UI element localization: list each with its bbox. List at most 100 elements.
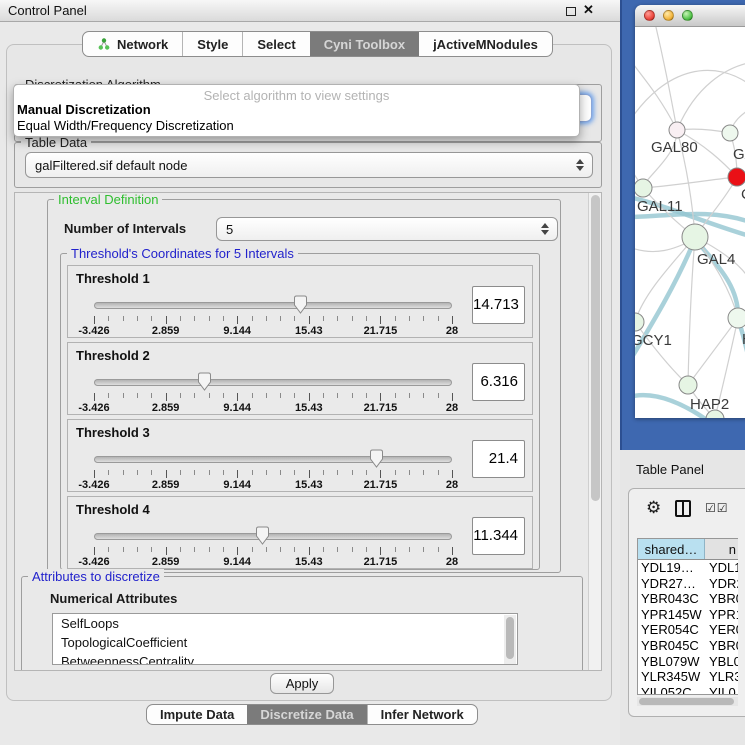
cell-shared-name[interactable]: YPR145W	[638, 607, 705, 623]
slider-track[interactable]	[94, 302, 452, 309]
slider-track[interactable]	[94, 456, 452, 463]
network-edge[interactable]	[677, 62, 745, 130]
table-row[interactable]: YBR045CYBR0	[638, 638, 738, 654]
network-node[interactable]	[728, 168, 745, 186]
minimize-traffic-light-icon[interactable]	[663, 10, 674, 21]
zoom-traffic-light-icon[interactable]	[682, 10, 693, 21]
network-edge[interactable]	[688, 237, 695, 385]
float-window-icon[interactable]	[566, 7, 576, 16]
network-node[interactable]	[669, 122, 685, 138]
network-node[interactable]	[635, 179, 652, 197]
attribute-list-item[interactable]: BetweennessCentrality	[53, 652, 517, 665]
checkbox-checked-icons[interactable]: ☑☑	[705, 501, 729, 515]
slider-thumb[interactable]	[197, 372, 212, 391]
tab-cyni-toolbox[interactable]: Cyni Toolbox	[310, 32, 419, 56]
table-row[interactable]: YDL19…YDL1	[638, 560, 738, 576]
table-row[interactable]: YER054CYER0	[638, 622, 738, 638]
table-horizontal-scrollbar[interactable]	[637, 697, 738, 706]
scrollbar-thumb[interactable]	[506, 617, 514, 659]
number-of-intervals-combobox[interactable]: 5	[216, 217, 558, 241]
minor-tick	[223, 470, 224, 475]
network-node[interactable]	[635, 313, 644, 331]
cell-shared-name[interactable]: YDR27…	[638, 576, 705, 592]
minor-tick	[423, 393, 424, 398]
cell-name[interactable]: YLR3	[705, 669, 738, 685]
dropdown-option-manual[interactable]: Manual Discretization	[14, 102, 579, 118]
apply-button[interactable]: Apply	[270, 673, 334, 694]
cell-shared-name[interactable]: YDL19…	[638, 560, 705, 576]
scrollbar-thumb[interactable]	[639, 698, 734, 705]
slider-track[interactable]	[94, 533, 452, 540]
network-edge[interactable]	[643, 177, 737, 188]
tab-jactivemnodules[interactable]: jActiveMNodules	[419, 32, 552, 56]
threshold-slider[interactable]: -3.4262.8599.14415.4321.71528	[68, 343, 532, 414]
cell-name[interactable]: YIL0	[705, 685, 738, 695]
cell-name[interactable]: YPR1	[705, 607, 738, 623]
tab-style[interactable]: Style	[182, 32, 242, 56]
cell-shared-name[interactable]: YBL079W	[638, 654, 705, 670]
cell-name[interactable]: YDL1	[705, 560, 738, 576]
network-edge-thick[interactable]	[738, 318, 745, 389]
threshold-slider[interactable]: -3.4262.8599.14415.4321.71528	[68, 497, 532, 568]
node-table[interactable]: shared… n YDL19…YDL1YDR27…YDR2YBR043CYBR…	[637, 538, 738, 695]
network-edge-thick[interactable]	[635, 214, 745, 223]
attribute-list-item[interactable]: TopologicalCoefficient	[53, 633, 517, 652]
cell-shared-name[interactable]: YER054C	[638, 622, 705, 638]
table-data-group: Table Data galFiltered.sif default node	[14, 142, 602, 188]
slider-thumb[interactable]	[293, 295, 308, 314]
column-header-shared-name[interactable]: shared…	[638, 539, 705, 559]
cell-shared-name[interactable]: YIL052C	[638, 685, 705, 695]
attributes-list-scrollbar[interactable]	[504, 615, 516, 665]
cell-shared-name[interactable]: YLR345W	[638, 669, 705, 685]
cell-name[interactable]: YBL0	[705, 654, 738, 670]
cell-shared-name[interactable]: YBR043C	[638, 591, 705, 607]
tab-select[interactable]: Select	[242, 32, 309, 56]
network-canvas[interactable]: GAL80GACGAL11GAL4GCY1HHAP2	[635, 27, 745, 418]
threshold-value-field[interactable]: 21.4	[472, 440, 525, 478]
threshold-value-field[interactable]: 14.713	[472, 286, 525, 324]
major-tick	[166, 316, 167, 324]
network-node[interactable]	[728, 308, 745, 328]
table-row[interactable]: YPR145WYPR1	[638, 607, 738, 623]
close-traffic-light-icon[interactable]	[644, 10, 655, 21]
dropdown-option-equal-width[interactable]: Equal Width/Frequency Discretization	[14, 118, 579, 134]
table-row[interactable]: YDR27…YDR2	[638, 576, 738, 592]
slider-thumb[interactable]	[369, 449, 384, 468]
threshold-slider[interactable]: -3.4262.8599.14415.4321.71528	[68, 266, 532, 337]
threshold-value-field[interactable]: 11.344	[472, 517, 525, 555]
split-columns-icon[interactable]	[675, 500, 691, 517]
settings-scroll-container: Interval Definition Number of Intervals …	[14, 192, 602, 671]
threshold-slider[interactable]: -3.4262.8599.14415.4321.71528	[68, 420, 532, 491]
cell-name[interactable]: YBR0	[705, 638, 738, 654]
cell-shared-name[interactable]: YBR045C	[638, 638, 705, 654]
table-row[interactable]: YBL079WYBL0	[638, 654, 738, 670]
column-header-name[interactable]: n	[705, 539, 738, 559]
table-row[interactable]: YIL052CYIL0	[638, 685, 738, 695]
slider-thumb[interactable]	[255, 526, 270, 545]
cell-name[interactable]: YER0	[705, 622, 738, 638]
table-row[interactable]: YBR043CYBR0	[638, 591, 738, 607]
cell-name[interactable]: YDR2	[705, 576, 738, 592]
tab-network[interactable]: Network	[83, 32, 182, 56]
table-data-combobox[interactable]: galFiltered.sif default node	[25, 152, 593, 178]
close-icon[interactable]: ✕	[583, 2, 594, 18]
cell-name[interactable]: YBR0	[705, 591, 738, 607]
settings-scrollbar[interactable]	[588, 193, 601, 670]
slider-track[interactable]	[94, 379, 452, 386]
network-edge[interactable]	[635, 70, 745, 122]
scrollbar-thumb[interactable]	[591, 195, 600, 501]
numerical-attributes-list[interactable]: SelfLoopsTopologicalCoefficientBetweenne…	[52, 613, 518, 665]
attribute-list-item[interactable]: SelfLoops	[53, 614, 517, 633]
tab-discretize-data[interactable]: Discretize Data	[247, 705, 366, 724]
network-node[interactable]	[682, 224, 708, 250]
threshold-value-field[interactable]: 6.316	[472, 363, 525, 401]
minor-tick	[266, 393, 267, 398]
table-row[interactable]: YLR345WYLR3	[638, 669, 738, 685]
tab-infer-network[interactable]: Infer Network	[367, 705, 477, 724]
major-tick	[452, 316, 453, 324]
gear-icon[interactable]: ⚙	[646, 498, 661, 518]
network-node[interactable]	[679, 376, 697, 394]
tab-impute-data[interactable]: Impute Data	[147, 705, 247, 724]
network-window-titlebar[interactable]	[635, 5, 745, 27]
network-node[interactable]	[722, 125, 738, 141]
